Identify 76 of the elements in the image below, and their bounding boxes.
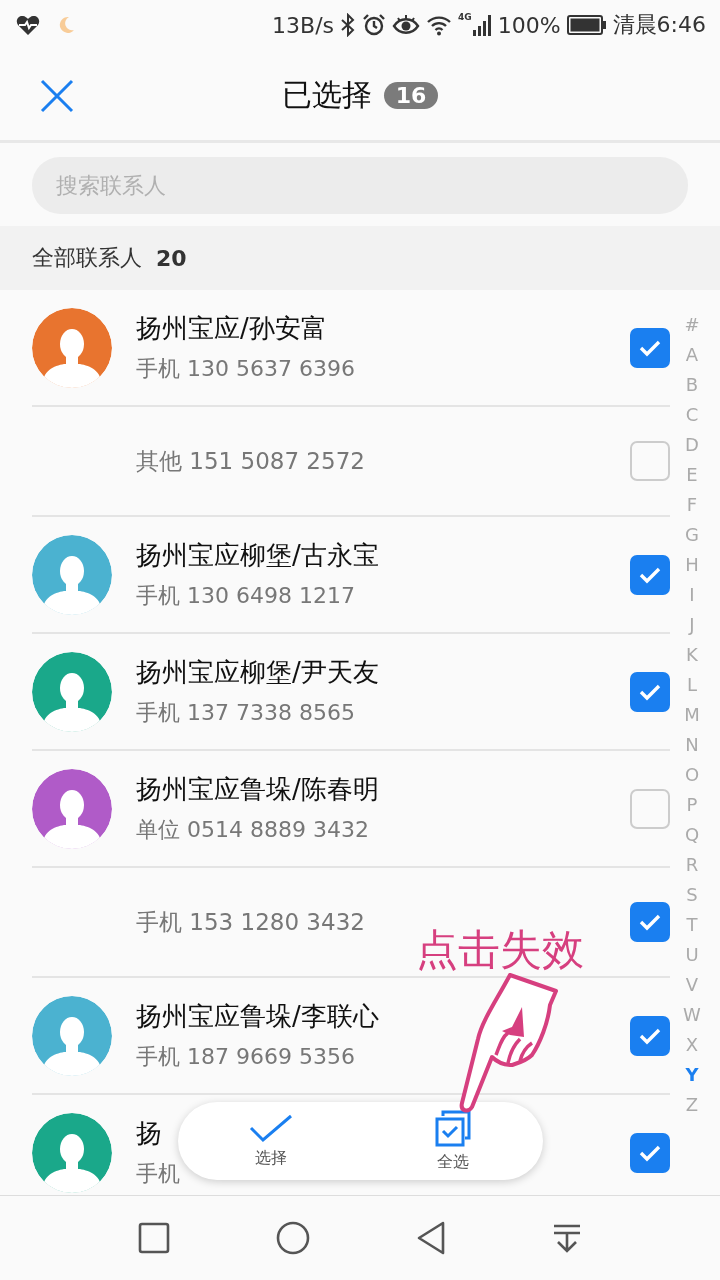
index-letter[interactable]: T xyxy=(686,910,698,940)
home-icon[interactable] xyxy=(276,1221,310,1255)
contact-name: 扬州宝应柳堡/尹天友 xyxy=(136,656,379,689)
recent-apps-icon[interactable] xyxy=(138,1222,170,1254)
annotation-text: 点击失效 xyxy=(416,924,584,976)
checkbox[interactable] xyxy=(630,441,670,481)
signal-icon xyxy=(471,14,492,36)
index-letter[interactable]: L xyxy=(687,670,697,700)
index-letter[interactable]: V xyxy=(685,970,699,1000)
contact-name: 扬州宝应鲁垛/陈春明 xyxy=(136,773,379,806)
phone-number: 手机 130 5637 6396 xyxy=(136,355,355,383)
index-letter[interactable]: J xyxy=(689,610,695,640)
contact-name: 扬州宝应鲁垛/李联心 xyxy=(136,1000,379,1033)
index-letter[interactable]: Y xyxy=(685,1060,699,1090)
section-label: 全部联系人 xyxy=(32,244,142,272)
checkbox[interactable] xyxy=(630,788,670,829)
network-speed: 13B/s xyxy=(272,12,335,38)
index-letter[interactable]: K xyxy=(686,640,698,670)
phone-number: 手机 130 6498 1217 xyxy=(136,582,355,610)
action-button[interactable]: 选择 xyxy=(248,1113,293,1169)
select-all-icon xyxy=(434,1109,473,1148)
index-letter[interactable]: S xyxy=(686,880,698,910)
index-letter[interactable]: M xyxy=(684,700,700,730)
close-icon[interactable] xyxy=(40,79,74,113)
index-letter[interactable]: G xyxy=(685,520,699,550)
index-letter[interactable]: Z xyxy=(685,1090,699,1120)
index-letter[interactable]: E xyxy=(686,460,698,490)
phone-number: 手机 187 9669 5356 xyxy=(136,1043,355,1071)
index-letter[interactable]: # xyxy=(684,310,700,340)
checkbox[interactable] xyxy=(630,554,670,595)
index-letter[interactable]: B xyxy=(685,370,699,400)
index-letter[interactable]: O xyxy=(684,760,700,790)
checkbox[interactable] xyxy=(630,902,670,942)
contact-name: 扬州宝应/孙安富 xyxy=(136,312,327,345)
wifi-icon xyxy=(426,14,453,36)
checkbox[interactable] xyxy=(630,1132,670,1173)
index-letter[interactable]: X xyxy=(685,1030,699,1060)
alarm-icon xyxy=(362,13,387,37)
action-button[interactable]: 全选 xyxy=(434,1109,473,1173)
index-letter[interactable]: W xyxy=(683,1000,701,1030)
selected-count-badge: 16 xyxy=(383,81,439,109)
contact-total: 20 xyxy=(156,245,187,271)
index-letter[interactable]: H xyxy=(685,550,699,580)
checkbox[interactable] xyxy=(630,327,670,368)
battery-icon xyxy=(566,15,607,35)
index-letter[interactable]: C xyxy=(685,400,699,430)
search-field[interactable]: 搜索联系人 xyxy=(32,157,688,214)
checkmark-icon xyxy=(638,912,662,932)
bluetooth-icon xyxy=(340,13,357,37)
index-letter[interactable]: F xyxy=(686,490,698,520)
notification-pull-icon[interactable] xyxy=(552,1223,582,1253)
phone-number: 单位 0514 8889 3432 xyxy=(136,816,369,844)
contact-name: 扬州宝应柳堡/古永宝 xyxy=(136,539,379,572)
phone-number: 其他 151 5087 2572 xyxy=(136,446,365,476)
phone-number: 手机 xyxy=(136,1160,180,1188)
contact-name: 扬 xyxy=(136,1117,162,1150)
battery-percent: 100% xyxy=(497,12,561,38)
clock: 清晨6:46 xyxy=(612,11,706,39)
check-icon xyxy=(248,1113,293,1144)
heart-icon xyxy=(16,14,40,36)
index-letter[interactable]: R xyxy=(685,850,699,880)
index-letter[interactable]: Q xyxy=(684,820,700,850)
index-letter[interactable]: N xyxy=(685,730,699,760)
network-type: 4G xyxy=(458,12,472,22)
header-title: 已选择 xyxy=(281,75,372,114)
index-letter[interactable]: D xyxy=(685,430,699,460)
index-letter[interactable]: P xyxy=(686,790,698,820)
checkbox[interactable] xyxy=(630,1015,670,1056)
checkbox[interactable] xyxy=(630,671,670,712)
index-letter[interactable]: U xyxy=(685,940,699,970)
back-icon[interactable] xyxy=(416,1221,446,1255)
phone-number: 手机 137 7338 8565 xyxy=(136,699,355,727)
index-letter[interactable]: A xyxy=(685,340,699,370)
index-letter[interactable]: I xyxy=(689,580,695,610)
eye-icon xyxy=(392,14,421,36)
phone-number: 手机 153 1280 3432 xyxy=(136,907,365,937)
